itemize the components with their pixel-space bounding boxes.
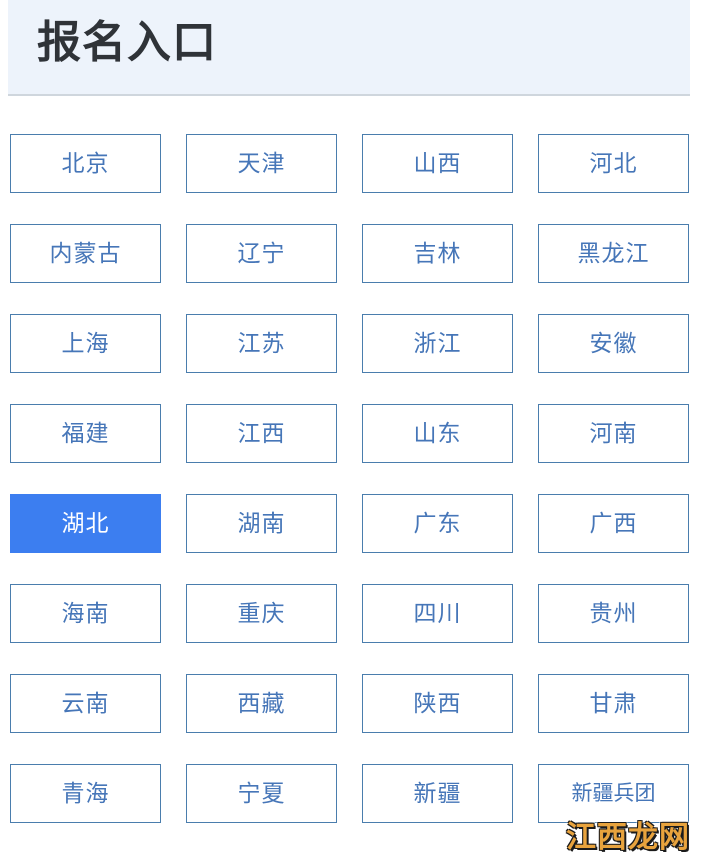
page-header: 报名入口 xyxy=(8,0,690,96)
province-button[interactable]: 黑龙江 xyxy=(538,224,689,283)
province-button[interactable]: 湖北 xyxy=(10,494,161,553)
province-button[interactable]: 西藏 xyxy=(186,674,337,733)
province-button[interactable]: 青海 xyxy=(10,764,161,823)
province-button[interactable]: 河南 xyxy=(538,404,689,463)
province-button[interactable]: 四川 xyxy=(362,584,513,643)
province-button[interactable]: 山东 xyxy=(362,404,513,463)
province-button[interactable]: 江西 xyxy=(186,404,337,463)
province-button[interactable]: 广西 xyxy=(538,494,689,553)
province-button[interactable]: 陕西 xyxy=(362,674,513,733)
province-button[interactable]: 浙江 xyxy=(362,314,513,373)
province-button[interactable]: 天津 xyxy=(186,134,337,193)
province-button[interactable]: 新疆 xyxy=(362,764,513,823)
province-button[interactable]: 甘肃 xyxy=(538,674,689,733)
province-button[interactable]: 新疆兵团 xyxy=(538,764,689,823)
province-button[interactable]: 湖南 xyxy=(186,494,337,553)
province-button[interactable]: 安徽 xyxy=(538,314,689,373)
province-button[interactable]: 江苏 xyxy=(186,314,337,373)
province-button[interactable]: 福建 xyxy=(10,404,161,463)
watermark-text: 江西龙网 xyxy=(565,820,691,856)
province-button[interactable]: 贵州 xyxy=(538,584,689,643)
province-button[interactable]: 海南 xyxy=(10,584,161,643)
province-button[interactable]: 山西 xyxy=(362,134,513,193)
province-button[interactable]: 吉林 xyxy=(362,224,513,283)
province-button-grid: 北京 天津 山西 河北内蒙古 辽宁 吉林 黑龙江上海 江苏 浙江 安徽福建 江西 山东 河南湖北 湖南 广东… xyxy=(10,134,691,823)
page-title: 报名入口 xyxy=(37,18,217,67)
province-button[interactable]: 辽宁 xyxy=(186,224,337,283)
registration-entry-page: 报名入口 北京 天津 山西 河北内蒙古 辽宁 吉林 黑龙江上海 江苏 浙江 安徽福建 江西 山东 河南湖… xyxy=(0,0,706,856)
province-button[interactable]: 上海 xyxy=(10,314,161,373)
province-button[interactable]: 北京 xyxy=(10,134,161,193)
province-button[interactable]: 广东 xyxy=(362,494,513,553)
province-button[interactable]: 云南 xyxy=(10,674,161,733)
province-button[interactable]: 宁夏 xyxy=(186,764,337,823)
province-button[interactable]: 河北 xyxy=(538,134,689,193)
province-button[interactable]: 内蒙古 xyxy=(10,224,161,283)
province-button[interactable]: 重庆 xyxy=(186,584,337,643)
